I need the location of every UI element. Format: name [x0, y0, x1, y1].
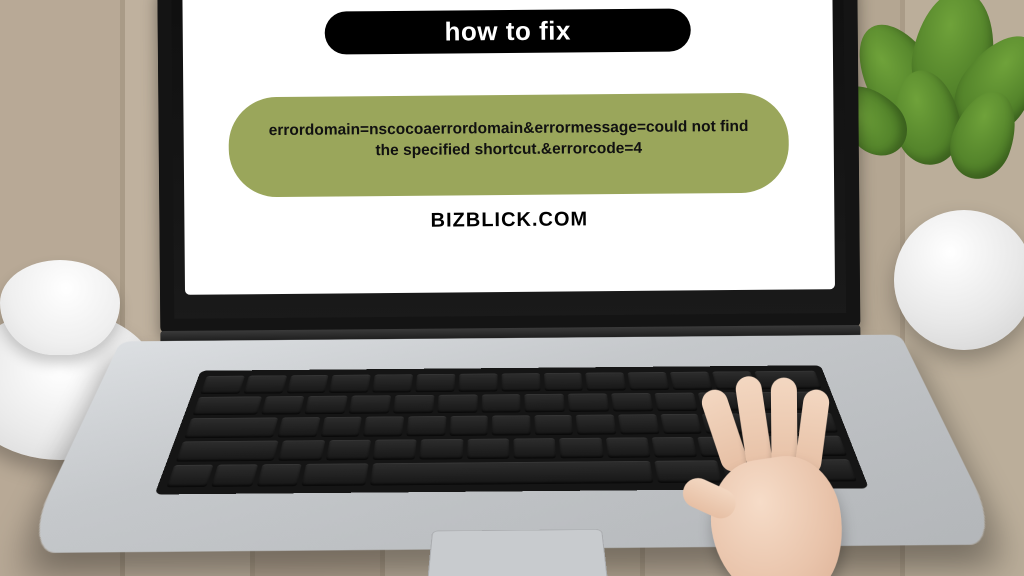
title-pill: how to fix [324, 8, 691, 54]
site-watermark: BIZBLICK.COM [431, 208, 589, 232]
plant-pot [894, 210, 1024, 350]
coffee-cup [0, 260, 120, 355]
laptop-keyboard [155, 365, 869, 494]
photo-scene: how to fix errordomain=nscocoaerrordomai… [0, 0, 1024, 576]
error-message-pill: errordomain=nscocoaerrordomain&errormess… [228, 93, 789, 198]
laptop: how to fix errordomain=nscocoaerrordomai… [127, 0, 893, 576]
laptop-trackpad [425, 529, 610, 576]
laptop-screen: how to fix errordomain=nscocoaerrordomai… [182, 0, 835, 295]
